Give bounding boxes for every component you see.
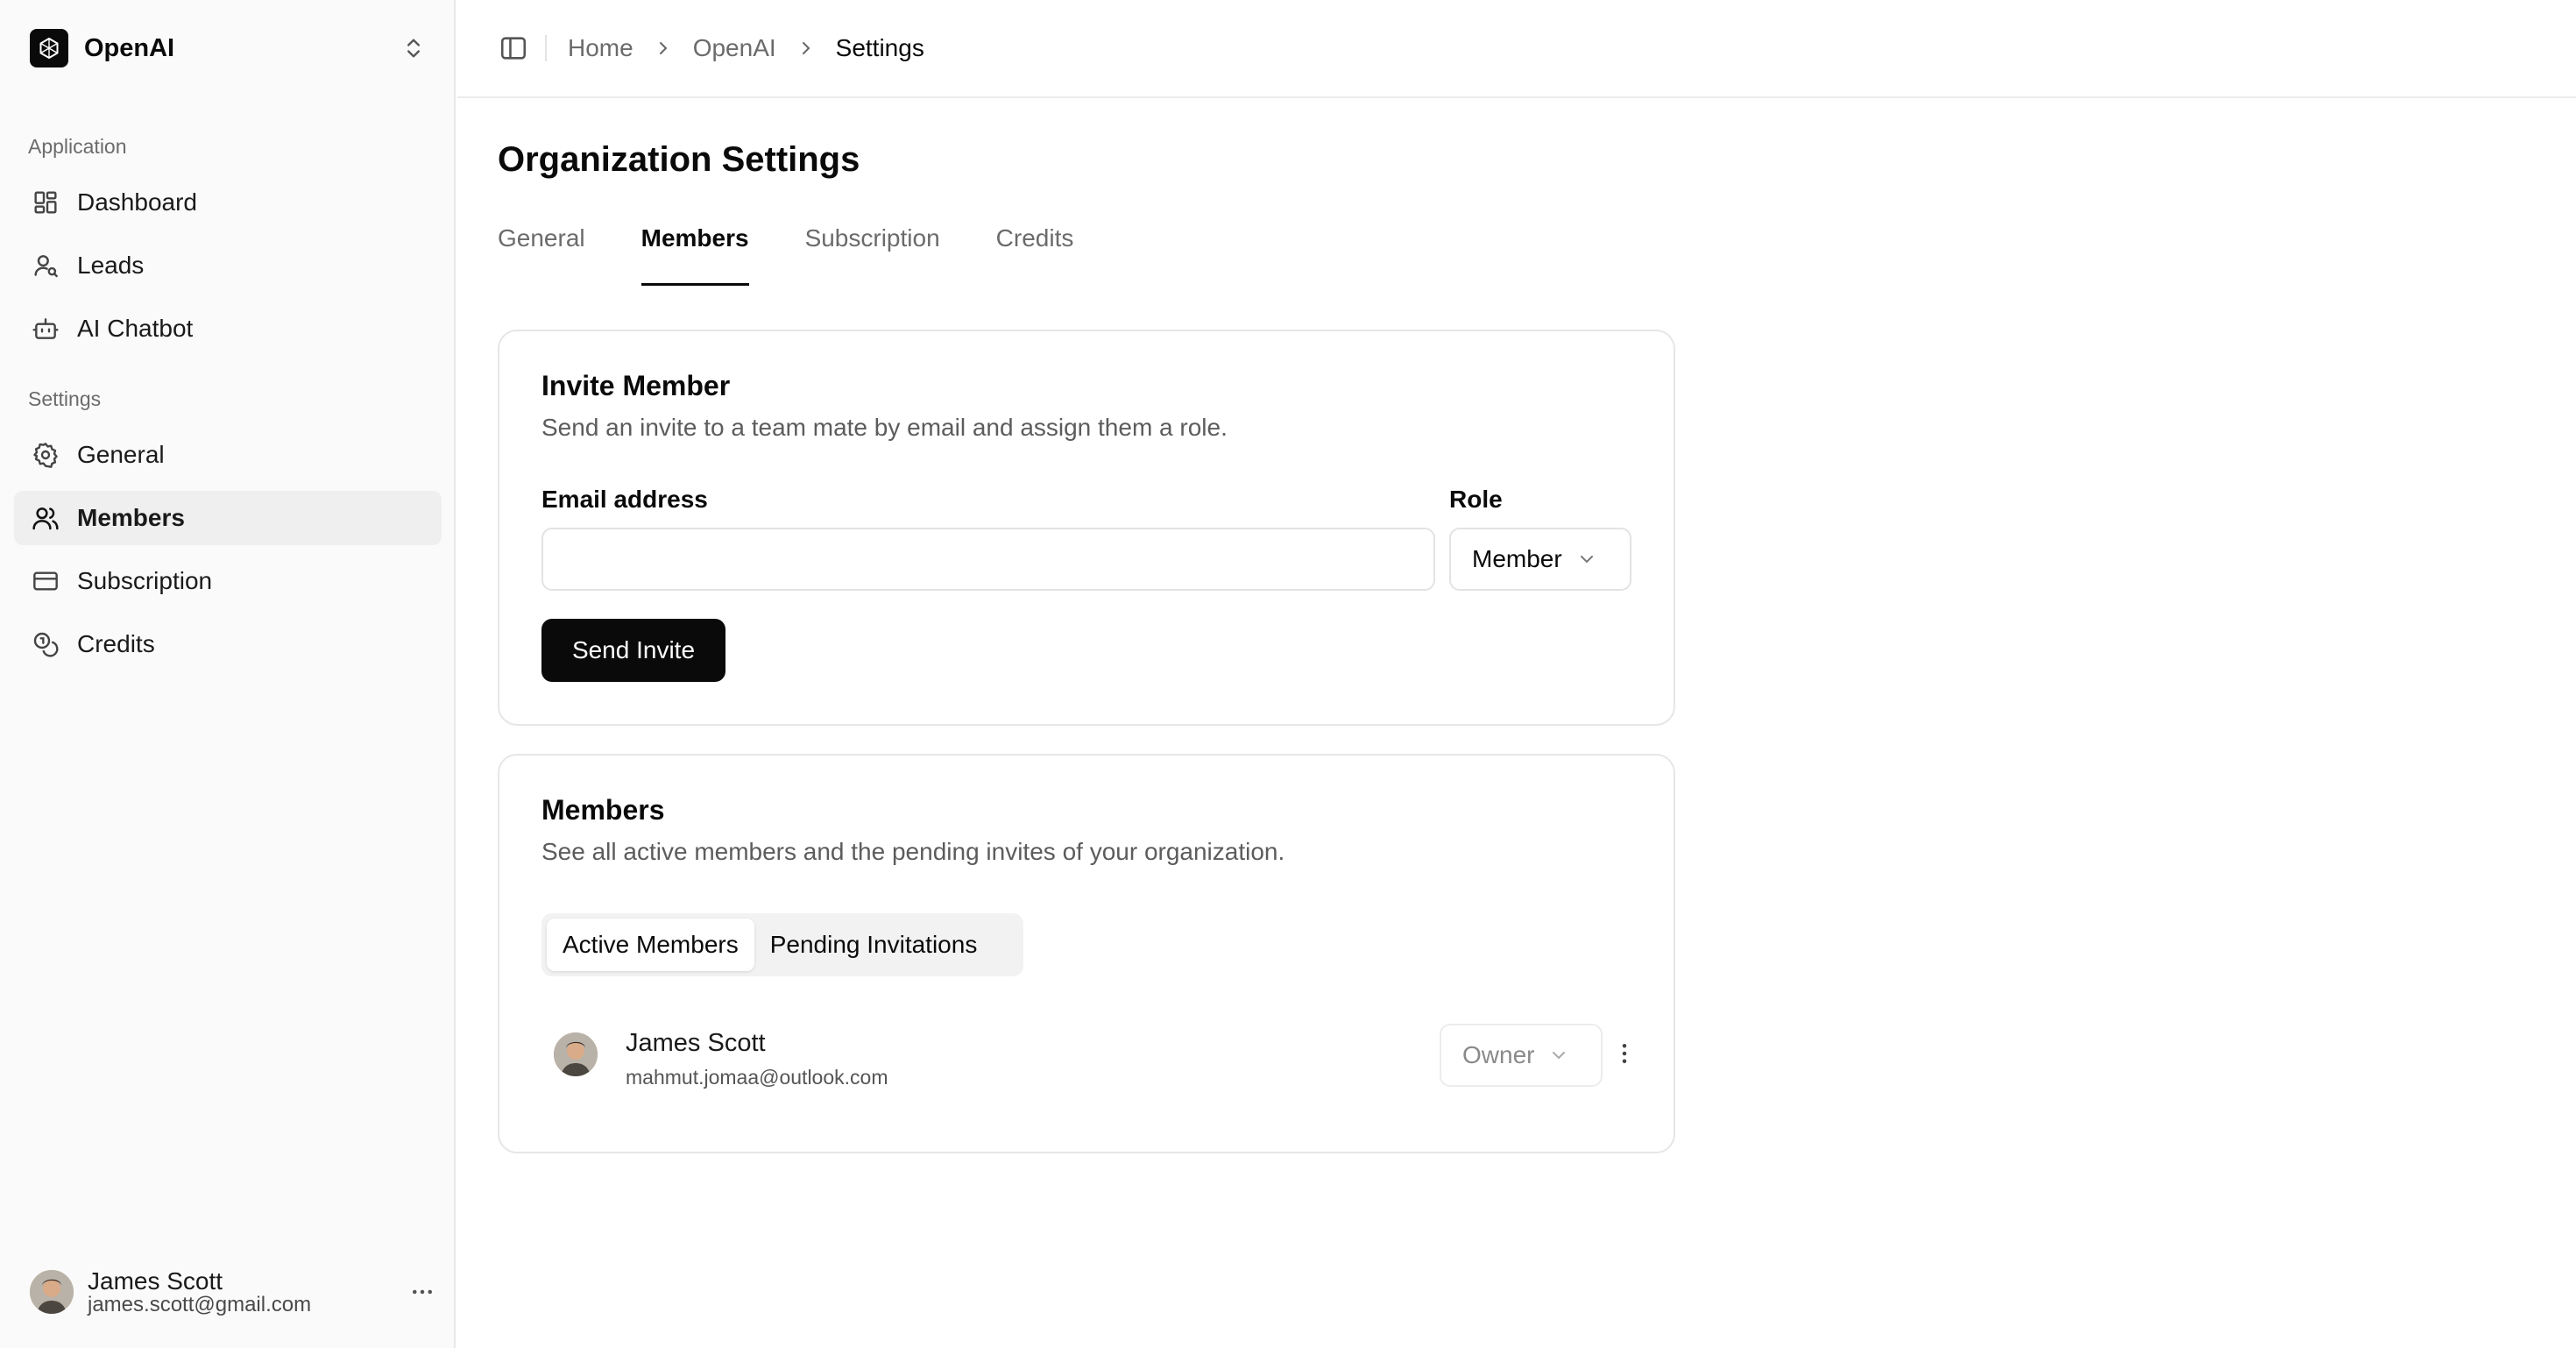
breadcrumb-current: Settings xyxy=(835,34,924,61)
sidebar-item-label: Members xyxy=(77,504,185,531)
credit-card-icon xyxy=(33,571,58,591)
gear-icon xyxy=(33,443,58,468)
invite-card-description: Send an invite to a team mate by email a… xyxy=(541,414,1228,441)
member-email: mahmut.jomaa@outlook.com xyxy=(626,1066,888,1089)
tab-credits[interactable]: Credits xyxy=(996,224,1074,286)
user-email: james.scott@gmail.com xyxy=(88,1293,312,1317)
divider xyxy=(545,35,547,61)
avatar xyxy=(554,1032,598,1076)
user-name: James Scott xyxy=(88,1266,223,1295)
sidebar-item-leads[interactable]: Leads xyxy=(14,238,442,293)
invite-member-card: Invite Member Send an invite to a team m… xyxy=(498,330,1675,726)
sidebar-toggle-icon[interactable] xyxy=(496,31,531,66)
chevrons-up-down-icon xyxy=(407,39,420,58)
tab-subscription[interactable]: Subscription xyxy=(805,224,940,286)
user-menu[interactable]: James Scott james.scott@gmail.com xyxy=(16,1255,440,1329)
topbar: Home OpenAI Settings xyxy=(457,0,2576,98)
sidebar-item-credits[interactable]: Credits xyxy=(14,617,442,671)
org-name: OpenAI xyxy=(84,33,175,62)
email-field[interactable] xyxy=(541,528,1435,591)
breadcrumb-home[interactable]: Home xyxy=(568,34,633,62)
sidebar-item-label: Credits xyxy=(77,630,155,657)
members-segmented-tabs: Active Members Pending Invitations xyxy=(541,913,1023,976)
group-label-settings: Settings xyxy=(28,387,102,410)
org-switcher[interactable]: OpenAI xyxy=(16,16,440,81)
sidebar-item-label: General xyxy=(77,441,165,468)
group-label-application: Application xyxy=(28,135,127,158)
avatar xyxy=(30,1270,74,1314)
member-role-value: Owner xyxy=(1462,1041,1535,1068)
sidebar-item-ai-chatbot[interactable]: AI Chatbot xyxy=(14,302,442,356)
chevron-down-icon xyxy=(1553,1052,1566,1060)
sidebar: OpenAI Application Dashboard Leads AI Ch… xyxy=(0,0,456,1348)
sidebar-item-label: AI Chatbot xyxy=(77,315,194,342)
role-select-value: Member xyxy=(1472,545,1562,572)
send-invite-button[interactable]: Send Invite xyxy=(541,619,725,682)
users-icon xyxy=(32,507,59,530)
tab-pending-invitations[interactable]: Pending Invitations xyxy=(754,919,994,971)
role-select[interactable]: Member xyxy=(1449,528,1631,591)
sidebar-item-general[interactable]: General xyxy=(14,428,442,482)
tab-active-members[interactable]: Active Members xyxy=(547,919,754,971)
invite-card-title: Invite Member xyxy=(541,370,731,401)
dashboard-icon xyxy=(34,191,57,214)
bot-icon xyxy=(32,318,59,339)
sidebar-item-members[interactable]: Members xyxy=(14,491,442,545)
page-title: Organization Settings xyxy=(498,140,860,179)
settings-tabs: General Members Subscription Credits xyxy=(498,224,1129,286)
tab-general[interactable]: General xyxy=(498,224,585,286)
member-role-select[interactable]: Owner xyxy=(1440,1024,1603,1087)
sidebar-item-label: Dashboard xyxy=(77,188,197,216)
member-name: James Scott xyxy=(626,1029,766,1057)
members-card-description: See all active members and the pending i… xyxy=(541,838,1285,865)
tab-members[interactable]: Members xyxy=(640,224,749,286)
breadcrumb-org[interactable]: OpenAI xyxy=(693,34,776,62)
coins-icon xyxy=(33,632,59,657)
members-card-title: Members xyxy=(541,794,665,826)
more-vertical-icon[interactable] xyxy=(1607,1034,1642,1073)
more-horizontal-icon[interactable] xyxy=(405,1274,440,1309)
user-search-icon xyxy=(34,255,58,278)
members-card: Members See all active members and the p… xyxy=(498,754,1675,1153)
sidebar-item-label: Subscription xyxy=(77,567,213,594)
openai-logo-icon xyxy=(30,29,68,67)
sidebar-item-dashboard[interactable]: Dashboard xyxy=(14,175,442,230)
chevron-right-icon xyxy=(659,42,668,54)
role-label: Role xyxy=(1449,486,1503,513)
chevron-down-icon xyxy=(1580,556,1593,564)
sidebar-item-label: Leads xyxy=(77,252,145,279)
chevron-right-icon xyxy=(802,42,810,54)
breadcrumb: Home OpenAI Settings xyxy=(568,34,924,62)
sidebar-item-subscription[interactable]: Subscription xyxy=(14,554,442,608)
email-label: Email address xyxy=(541,486,708,513)
table-row: James Scott mahmut.jomaa@outlook.com Own… xyxy=(541,1018,1637,1089)
